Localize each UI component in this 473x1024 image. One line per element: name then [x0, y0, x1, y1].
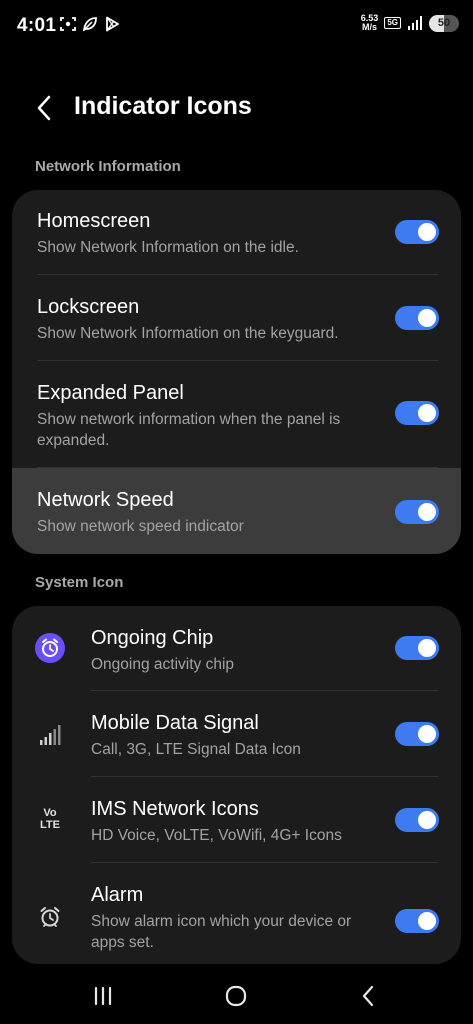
homescreen-toggle[interactable] [395, 220, 439, 244]
signal-strength-icon [408, 16, 422, 30]
network-information-card: Homescreen Show Network Information on t… [12, 190, 461, 554]
back-arrow-icon [362, 985, 374, 1007]
row-subtitle: Show Network Information on the keyguard… [37, 325, 339, 342]
row-subtitle: Call, 3G, LTE Signal Data Icon [91, 741, 301, 758]
volte-icon-bottom-text: LTE [40, 819, 60, 831]
lockscreen-toggle[interactable] [395, 306, 439, 330]
setting-row-ongoing-chip[interactable]: Ongoing Chip Ongoing activity chip [12, 606, 461, 691]
battery-icon: 50 [429, 14, 459, 32]
signal-bars-icon [34, 719, 66, 751]
recents-button[interactable] [83, 982, 123, 1010]
setting-row-homescreen[interactable]: Homescreen Show Network Information on t… [12, 190, 461, 276]
screenshot-icon [60, 17, 76, 31]
leaf-icon [82, 17, 97, 32]
status-right: 6.53 M/s 5G 50 [361, 14, 459, 32]
volte-icon-top-text: Vo [43, 807, 57, 819]
recents-icon [94, 986, 112, 1006]
play-store-icon [106, 16, 119, 32]
chevron-left-icon [37, 95, 51, 121]
row-subtitle: Show Network Information on the idle. [37, 239, 299, 256]
alarm-clock-chip-icon [34, 632, 66, 664]
setting-row-expanded-panel[interactable]: Expanded Panel Show network information … [12, 361, 461, 467]
setting-row-network-speed[interactable]: Network Speed Show network speed indicat… [12, 468, 461, 554]
back-button[interactable] [28, 92, 60, 124]
volte-icon: Vo LTE [34, 803, 66, 835]
row-subtitle-line1: Show alarm icon which your device or [91, 913, 352, 930]
status-time: 4:01 [17, 15, 57, 36]
alarm-toggle[interactable] [395, 909, 439, 933]
mobile-data-signal-toggle[interactable] [395, 722, 439, 746]
section-label-system-icon: System Icon [35, 574, 124, 591]
row-title: Lockscreen [37, 296, 140, 318]
app-header: Indicator Icons [0, 80, 473, 136]
navigation-bar [0, 966, 473, 1024]
row-title: Mobile Data Signal [91, 712, 259, 734]
home-button[interactable] [216, 982, 256, 1010]
row-title: Network Speed [37, 489, 174, 511]
home-icon [225, 985, 247, 1007]
row-title: Homescreen [37, 210, 151, 232]
expanded-panel-toggle[interactable] [395, 401, 439, 425]
row-title: Ongoing Chip [91, 627, 214, 649]
setting-row-ims-network-icons[interactable]: Vo LTE IMS Network Icons HD Voice, VoLTE… [12, 777, 461, 863]
row-subtitle: Ongoing activity chip [91, 656, 235, 673]
notification-icons [60, 16, 120, 32]
network-speed-toggle[interactable] [395, 500, 439, 524]
section-label-network-information: Network Information [35, 158, 181, 175]
alarm-icon [34, 901, 66, 933]
setting-row-lockscreen[interactable]: Lockscreen Show Network Information on t… [12, 275, 461, 361]
row-title: Expanded Panel [37, 382, 184, 404]
speed-unit: M/s [362, 22, 378, 32]
setting-row-alarm[interactable]: Alarm Show alarm icon which your device … [12, 863, 461, 964]
row-subtitle: Show network speed indicator [37, 518, 244, 535]
row-subtitle-line1: Show network information when the panel … [37, 411, 341, 428]
row-title: Alarm [91, 884, 144, 906]
battery-level: 50 [437, 16, 451, 29]
status-bar: 4:01 6.53 M/s 5G 50 [0, 0, 473, 52]
network-speed-indicator: 6.53 M/s [361, 14, 379, 32]
setting-row-mobile-data-signal[interactable]: Mobile Data Signal Call, 3G, LTE Signal … [12, 691, 461, 777]
ongoing-chip-toggle[interactable] [395, 636, 439, 660]
system-icon-card: Ongoing Chip Ongoing activity chip Mobil… [12, 606, 461, 964]
ims-network-icons-toggle[interactable] [395, 808, 439, 832]
network-type-badge: 5G [384, 17, 401, 29]
page-title: Indicator Icons [74, 92, 252, 120]
row-subtitle-line2: apps set. [91, 934, 154, 951]
back-nav-button[interactable] [348, 982, 388, 1010]
row-title: IMS Network Icons [91, 798, 259, 820]
row-subtitle-line2: expanded. [37, 432, 110, 449]
row-subtitle: HD Voice, VoLTE, VoWifi, 4G+ Icons [91, 827, 342, 844]
